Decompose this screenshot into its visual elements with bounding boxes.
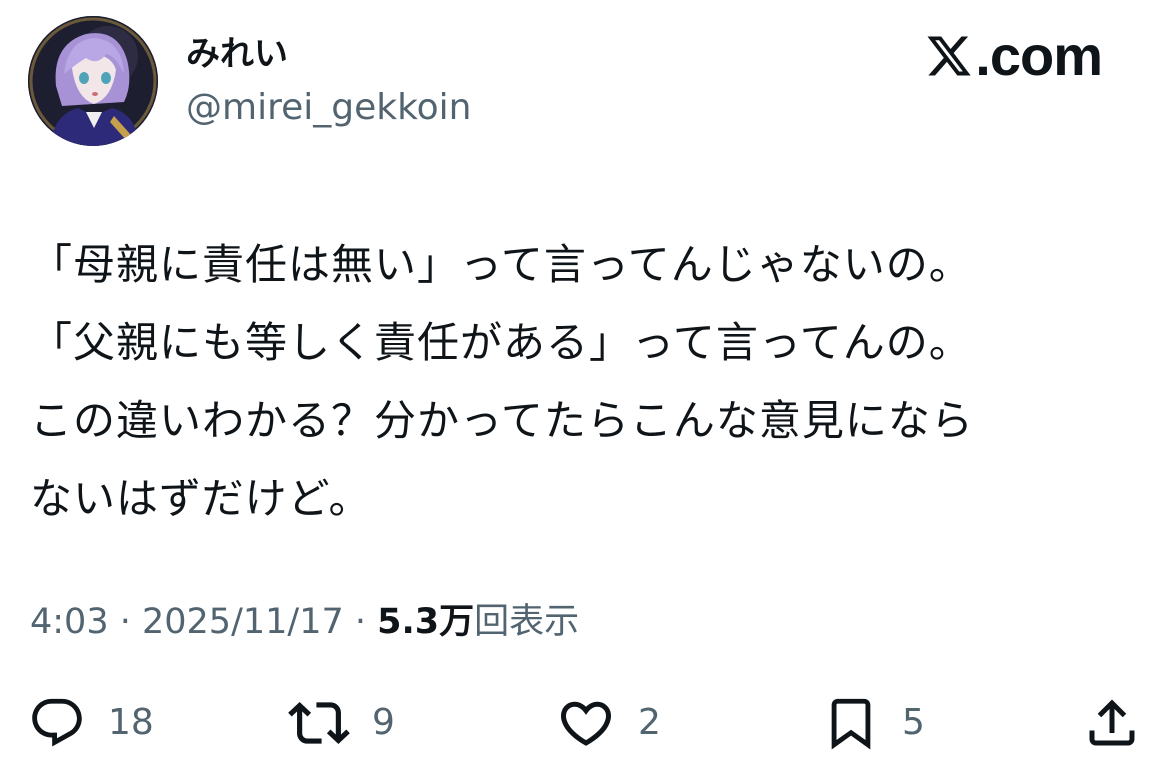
reply-button[interactable]: 18: [28, 690, 154, 756]
like-button[interactable]: 2: [556, 690, 661, 756]
tweet-line: 「母親に責任は無い」って言ってんじゃないの。: [30, 240, 972, 289]
x-logo-icon: [927, 36, 971, 76]
share-button[interactable]: [1082, 690, 1142, 756]
tweet-header: みれい @mirei_gekkoin .com: [0, 0, 1170, 160]
brand-text: .com: [975, 24, 1103, 87]
reply-count: 18: [108, 702, 154, 743]
tweet-line: この違いわかる？分かってたらこんな意見になら: [30, 396, 974, 445]
like-count: 2: [638, 702, 661, 743]
views-label: 回表示: [474, 602, 580, 642]
repost-button[interactable]: 9: [288, 690, 395, 756]
brand-watermark: .com: [925, 24, 1103, 87]
heart-icon: [560, 701, 612, 746]
bookmark-icon: [831, 698, 871, 750]
repost-count: 9: [372, 702, 395, 743]
meta-separator: ·: [108, 602, 142, 642]
bookmark-button[interactable]: 5: [822, 690, 925, 756]
repost-icon: [288, 702, 350, 744]
bookmark-count: 5: [902, 702, 925, 743]
tweet-date[interactable]: 2025/11/17: [142, 602, 344, 642]
reply-icon: [32, 698, 82, 747]
tweet-line: ないはずだけど。: [30, 474, 372, 523]
user-handle[interactable]: @mirei_gekkoin: [186, 86, 472, 130]
tweet-meta: 4:03 · 2025/11/17 · 5.3万回表示: [30, 596, 579, 648]
avatar-illustration: [28, 16, 158, 146]
share-icon: [1089, 699, 1135, 746]
tweet-line: 「父親にも等しく責任がある」って言ってんの。: [30, 318, 972, 367]
avatar[interactable]: [28, 16, 158, 146]
meta-separator: ·: [343, 602, 378, 642]
action-bar: 18 9 2 5: [0, 690, 1170, 756]
display-name[interactable]: みれい: [186, 34, 288, 74]
tweet-time[interactable]: 4:03: [30, 602, 109, 642]
tweet-text: 「母親に責任は無い」って言ってんじゃないの。 「父親にも等しく責任がある」って言…: [30, 226, 1130, 538]
views-count[interactable]: 5.3万: [377, 602, 474, 642]
